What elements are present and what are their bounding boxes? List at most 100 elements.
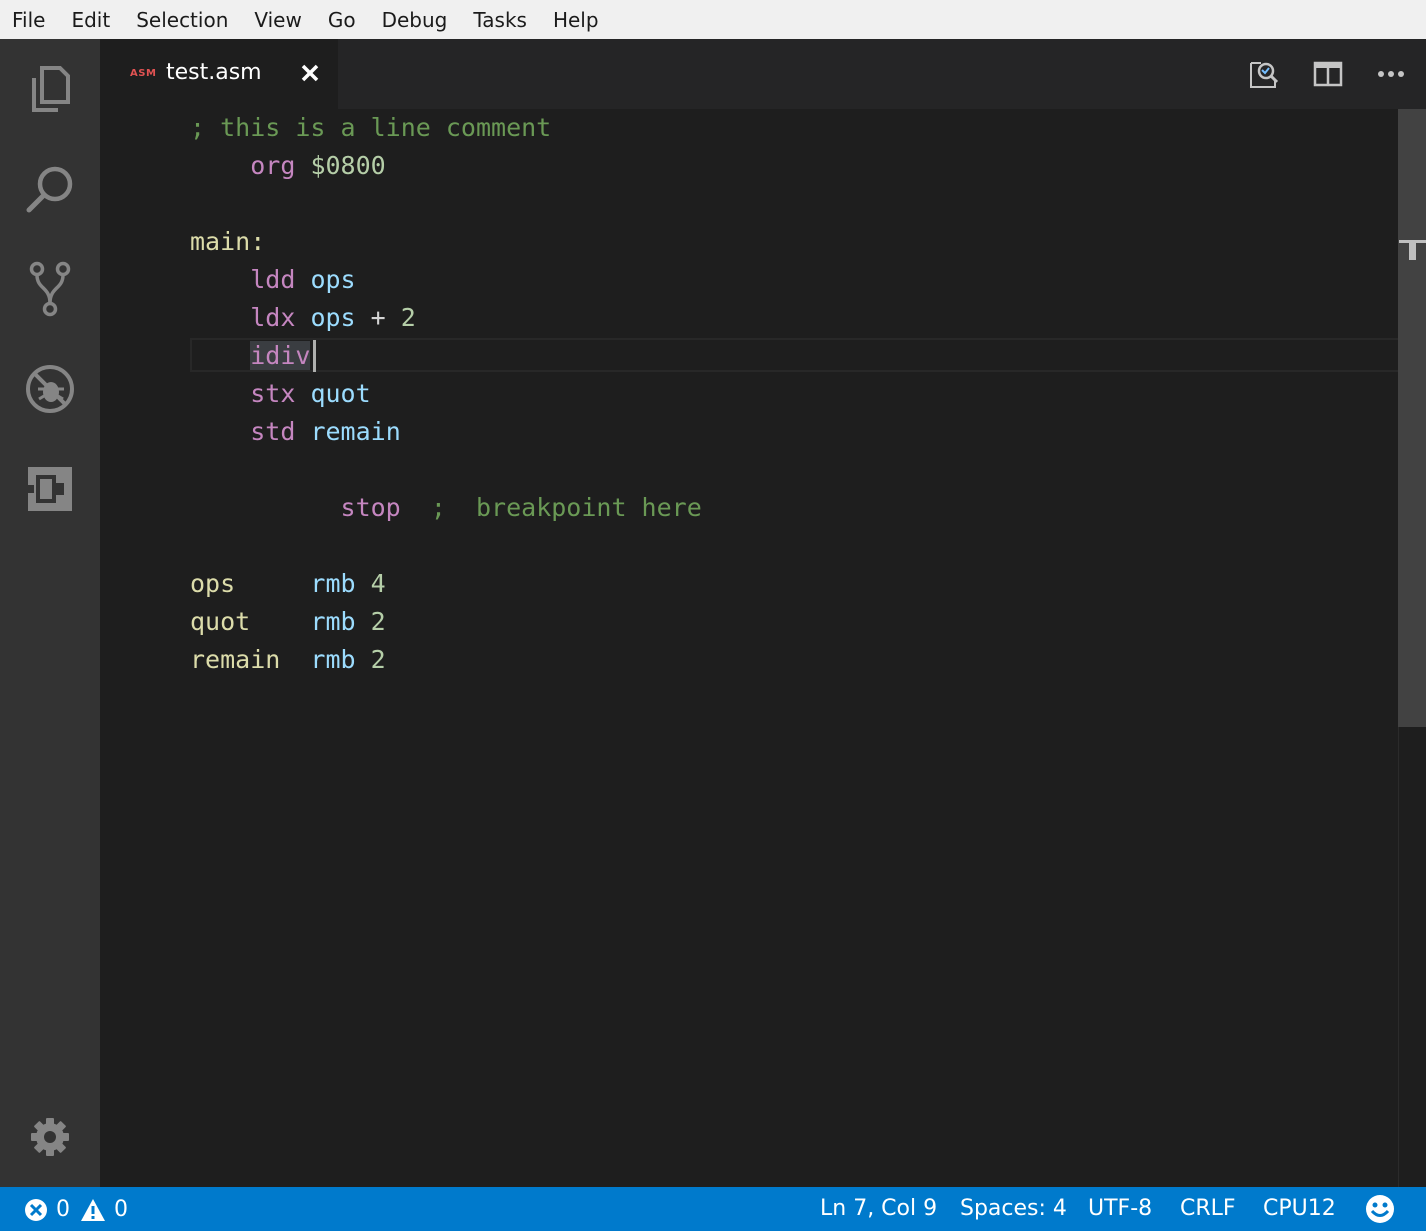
code-token: 2 xyxy=(400,303,416,332)
code-token: 2 xyxy=(370,607,386,636)
more-actions-button[interactable] xyxy=(1376,59,1406,89)
code-token: 4 xyxy=(370,569,386,598)
code-token: remain xyxy=(310,417,401,446)
activity-manage[interactable] xyxy=(0,1087,100,1187)
code-token: stop xyxy=(340,493,401,522)
code-token: $0800 xyxy=(310,151,386,180)
vertical-scrollbar-thumb[interactable] xyxy=(1398,109,1426,727)
warning-count: 0 xyxy=(114,1197,128,1222)
extensions-icon xyxy=(28,467,72,511)
encoding[interactable]: UTF-8 xyxy=(1088,1196,1152,1221)
problems-indicator[interactable]: 0 0 xyxy=(24,1197,128,1222)
code-token: + xyxy=(355,303,401,332)
warning-icon xyxy=(81,1198,105,1221)
code-token: 2 xyxy=(370,645,386,674)
open-preview-icon xyxy=(1250,62,1279,88)
activity-search[interactable] xyxy=(0,139,100,239)
activity-debug[interactable] xyxy=(0,339,100,439)
end-of-line[interactable]: CRLF xyxy=(1180,1196,1236,1221)
scrollbar-overview-marker xyxy=(1409,240,1416,260)
activity-explorer[interactable] xyxy=(0,39,100,139)
activity-source-control[interactable] xyxy=(0,239,100,339)
tab-title: test.asm xyxy=(166,60,262,85)
code-editor[interactable]: ; this is a line comment org $0800 main:… xyxy=(100,109,1422,1187)
activity-bar xyxy=(0,39,100,1187)
text-cursor xyxy=(313,340,316,372)
indentation[interactable]: Spaces: 4 xyxy=(960,1196,1067,1221)
error-count: 0 xyxy=(56,1197,70,1222)
code-line: ldd ops xyxy=(190,261,702,299)
menu-go[interactable]: Go xyxy=(315,8,369,32)
code-line: idiv xyxy=(190,337,702,375)
code-comment: ; breakpoint here xyxy=(430,493,702,522)
code-token: rmb xyxy=(310,607,356,636)
code-token: std xyxy=(250,417,296,446)
language-mode[interactable]: CPU12 xyxy=(1263,1196,1336,1221)
cursor-position[interactable]: Ln 7, Col 9 xyxy=(820,1196,937,1221)
split-editor-button[interactable] xyxy=(1313,59,1343,89)
code-token: ldd xyxy=(250,265,296,294)
feedback-smiley-icon[interactable] xyxy=(1365,1194,1395,1230)
code-token: ldx xyxy=(250,303,296,332)
more-actions-icon xyxy=(1378,71,1404,77)
code-token: quot xyxy=(190,607,251,636)
gear-icon xyxy=(31,1118,69,1156)
menu-selection[interactable]: Selection xyxy=(123,8,241,32)
split-editor-icon xyxy=(1313,61,1343,87)
code-lines: ; this is a line comment org $0800 main:… xyxy=(190,109,702,679)
code-token: org xyxy=(250,151,296,180)
search-icon xyxy=(26,166,73,213)
code-line: stop ; breakpoint here xyxy=(190,489,702,527)
code-token: main: xyxy=(190,227,266,256)
activity-extensions[interactable] xyxy=(0,439,100,539)
close-icon[interactable] xyxy=(298,61,322,85)
open-preview-button[interactable] xyxy=(1249,59,1279,89)
menu-debug[interactable]: Debug xyxy=(369,8,461,32)
tab-strip: ASM test.asm xyxy=(100,39,1426,109)
debug-icon xyxy=(26,365,74,413)
code-token: stx xyxy=(250,379,296,408)
code-token: rmb xyxy=(310,569,356,598)
code-token: ops xyxy=(190,569,236,598)
menu-view[interactable]: View xyxy=(241,8,314,32)
code-token: ops xyxy=(310,265,356,294)
menu-help[interactable]: Help xyxy=(540,8,612,32)
code-line: ; this is a line comment xyxy=(190,109,702,147)
error-icon xyxy=(25,1198,47,1221)
code-line: quot rmb 2 xyxy=(190,603,702,641)
status-bar: 0 0 Ln 7, Col 9 Spaces: 4 UTF-8 CRLF CPU… xyxy=(0,1187,1426,1231)
menu-edit[interactable]: Edit xyxy=(58,8,123,32)
menu-bar: File Edit Selection View Go Debug Tasks … xyxy=(0,0,1426,39)
tab-test-asm[interactable]: ASM test.asm xyxy=(100,39,338,109)
asm-file-icon: ASM xyxy=(130,68,157,79)
files-icon xyxy=(32,66,70,112)
menu-tasks[interactable]: Tasks xyxy=(460,8,540,32)
code-token: quot xyxy=(310,379,371,408)
code-comment: ; this is a line comment xyxy=(190,113,552,142)
code-line: org $0800 xyxy=(190,147,702,185)
menu-file[interactable]: File xyxy=(0,8,58,32)
code-token: rmb xyxy=(310,645,356,674)
code-line: std remain xyxy=(190,413,702,451)
source-control-icon xyxy=(29,261,71,317)
